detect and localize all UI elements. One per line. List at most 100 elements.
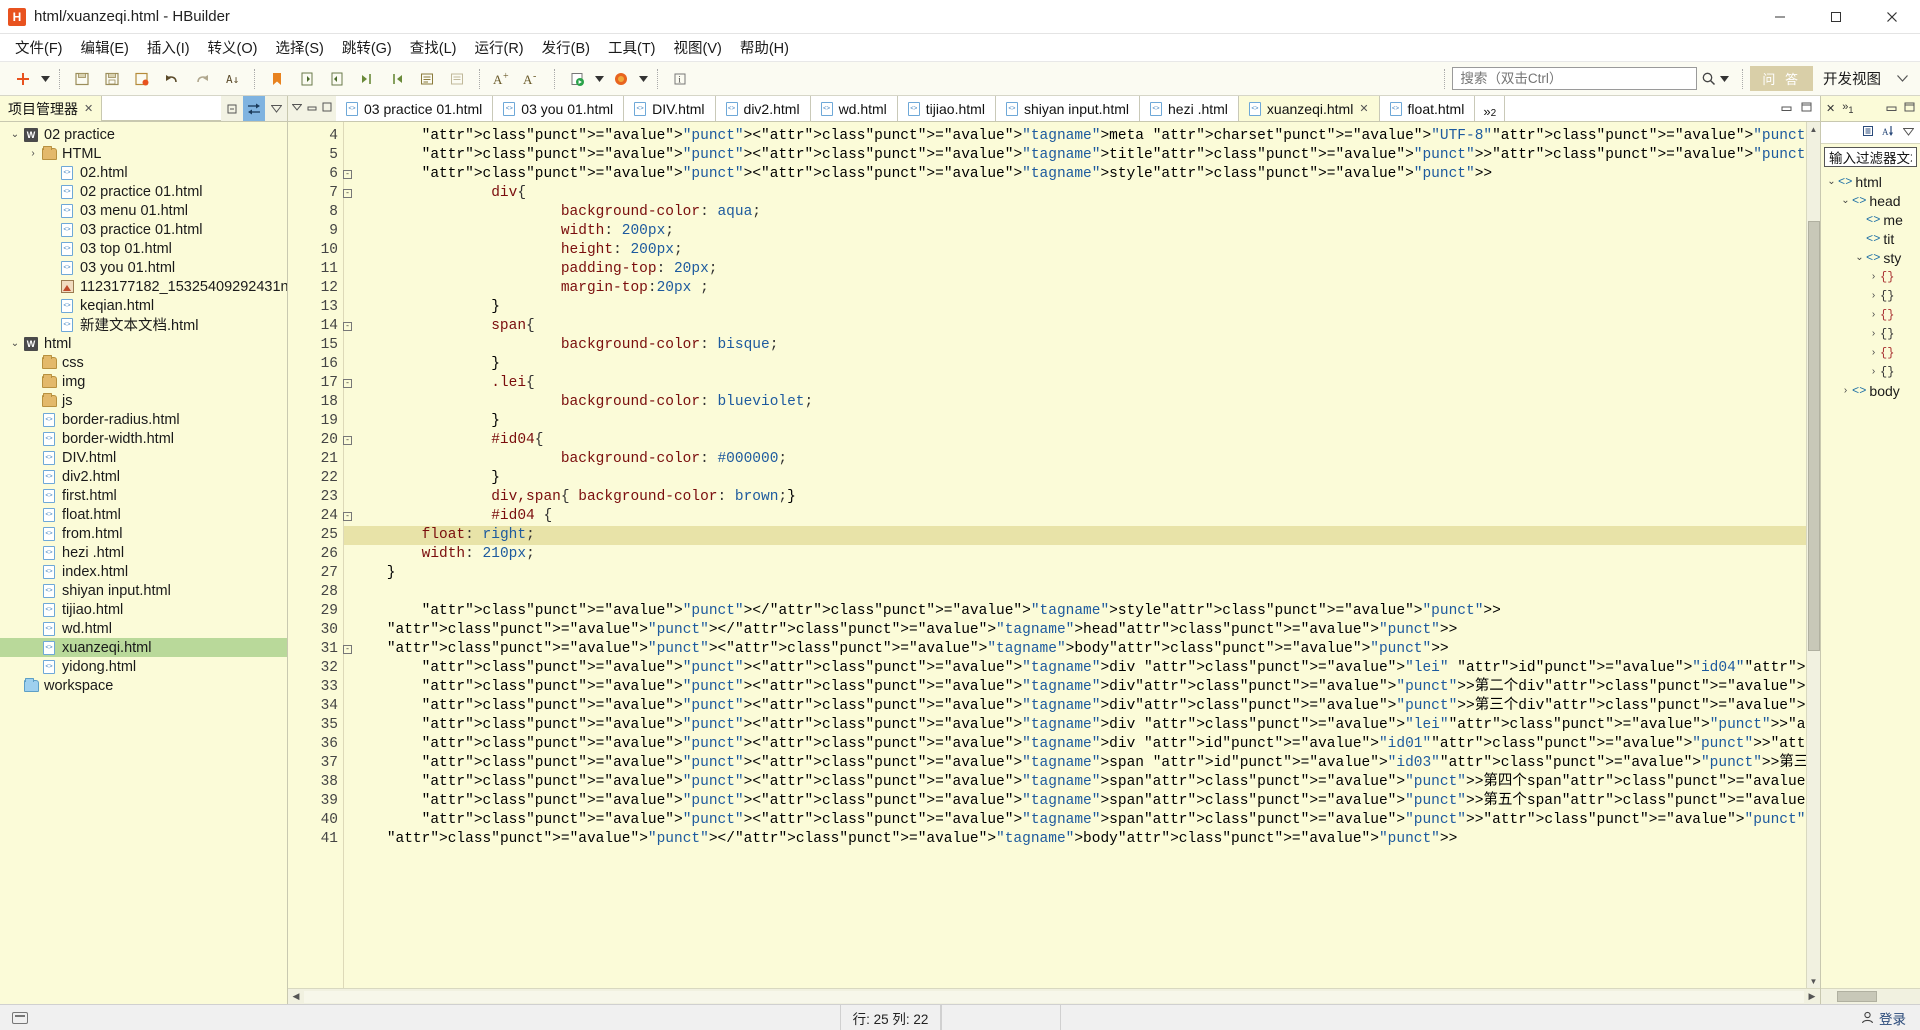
- link-with-editor-icon[interactable]: [243, 96, 265, 121]
- editor-tab[interactable]: tijiao.html: [897, 96, 996, 121]
- code-line[interactable]: div,span{ background-color: brown;}: [344, 488, 1820, 507]
- code-line[interactable]: "attr">class"punct">="avalue">"punct"><"…: [344, 659, 1820, 678]
- editor-horizontal-scrollbar[interactable]: ◀ ▶: [288, 988, 1820, 1004]
- tree-item[interactable]: wd.html: [0, 619, 287, 638]
- code-line[interactable]: width: 200px;: [344, 222, 1820, 241]
- code-line[interactable]: background-color: bisque;: [344, 336, 1820, 355]
- code-line[interactable]: width: 210px;: [344, 545, 1820, 564]
- close-icon[interactable]: ✕: [84, 102, 93, 115]
- save-as-icon[interactable]: [129, 66, 155, 92]
- format-code-icon[interactable]: A↓: [219, 66, 245, 92]
- code-line[interactable]: "attr">class"punct">="avalue">"punct"><"…: [344, 697, 1820, 716]
- outline-item[interactable]: ⌄ <> head: [1821, 191, 1920, 210]
- menu-select[interactable]: 选择(S): [266, 34, 332, 61]
- chevron-right-icon[interactable]: ›: [26, 148, 40, 159]
- menu-help[interactable]: 帮助(H): [731, 34, 798, 61]
- global-search-box[interactable]: [1452, 67, 1698, 90]
- code-line[interactable]: "attr">class"punct">="avalue">"punct"><"…: [344, 792, 1820, 811]
- code-line[interactable]: float: right;: [344, 526, 1820, 545]
- tree-item[interactable]: › HTML: [0, 144, 287, 163]
- close-icon[interactable]: ✕: [1826, 102, 1835, 115]
- editor-tab[interactable]: hezi .html: [1140, 96, 1239, 121]
- qa-button[interactable]: 问 答: [1750, 66, 1813, 91]
- close-button[interactable]: [1864, 0, 1920, 34]
- outline-item[interactable]: ›{}: [1821, 305, 1920, 324]
- group-outline-icon[interactable]: [1862, 125, 1874, 140]
- editor-vertical-scrollbar[interactable]: ▲ ▼: [1806, 122, 1820, 988]
- outline-item[interactable]: ›{}: [1821, 286, 1920, 305]
- code-line[interactable]: "attr">class"punct">="avalue">"punct"><"…: [344, 146, 1820, 165]
- menu-edit[interactable]: 编辑(E): [72, 34, 138, 61]
- code-line[interactable]: "attr">class"punct">="avalue">"punct"><"…: [344, 716, 1820, 735]
- outline-item[interactable]: ›{}: [1821, 324, 1920, 343]
- tree-item[interactable]: 1123177182_15325409292431n.jpg: [0, 277, 287, 296]
- editor-tab[interactable]: shiyan input.html: [995, 96, 1140, 121]
- menu-insert[interactable]: 插入(I): [138, 34, 199, 61]
- minimize-button[interactable]: [1752, 0, 1808, 34]
- editor-tab[interactable]: div2.html: [715, 96, 811, 121]
- new-file-dropdown-icon[interactable]: [38, 66, 52, 92]
- maximize-button[interactable]: [1808, 0, 1864, 34]
- close-icon[interactable]: ✕: [1359, 102, 1368, 115]
- outline-item[interactable]: ›{}: [1821, 362, 1920, 381]
- code-line[interactable]: "attr">class"punct">="avalue">"punct"><"…: [344, 773, 1820, 792]
- code-line[interactable]: }: [344, 298, 1820, 317]
- chevron-right-icon[interactable]: ›: [1867, 290, 1880, 301]
- tree-item[interactable]: xuanzeqi.html: [0, 638, 287, 657]
- tree-item[interactable]: first.html: [0, 486, 287, 505]
- code-line[interactable]: "attr">class"punct">="avalue">"punct"><"…: [344, 678, 1820, 697]
- code-line[interactable]: }: [344, 412, 1820, 431]
- code-line[interactable]: margin-top:20px ;: [344, 279, 1820, 298]
- menu-publish[interactable]: 发行(B): [533, 34, 599, 61]
- chevron-right-icon[interactable]: ›: [1867, 271, 1880, 282]
- tree-item[interactable]: index.html: [0, 562, 287, 581]
- outline-item[interactable]: ⌄ <> html: [1821, 172, 1920, 191]
- tree-item[interactable]: shiyan input.html: [0, 581, 287, 600]
- tree-item[interactable]: 02.html: [0, 163, 287, 182]
- editor-tabs[interactable]: 03 practice 01.html 03 you 01.html DIV.htm…: [336, 96, 1476, 121]
- code-line[interactable]: [344, 583, 1820, 602]
- search-icon[interactable]: [1701, 71, 1716, 86]
- editor-tab[interactable]: 03 practice 01.html: [336, 96, 494, 121]
- editor-tab[interactable]: float.html: [1379, 96, 1476, 121]
- search-dropdown-icon[interactable]: [1720, 75, 1730, 82]
- outline-tab-overflow[interactable]: »1: [1842, 101, 1853, 115]
- code-line[interactable]: }: [344, 564, 1820, 583]
- maximize-editor-icon-2[interactable]: [1801, 102, 1812, 115]
- code-line[interactable]: "attr">class"punct">="avalue">"punct"><"…: [344, 811, 1820, 830]
- font-decrease-icon[interactable]: A-: [519, 66, 545, 92]
- indent-left-icon[interactable]: [384, 66, 410, 92]
- outline-menu-icon[interactable]: [1902, 127, 1915, 139]
- code-text[interactable]: "attr">class"punct">="avalue">"punct"><"…: [344, 122, 1820, 988]
- scroll-left-icon[interactable]: ◀: [288, 991, 304, 1002]
- chevron-down-icon[interactable]: [1897, 75, 1908, 82]
- scroll-down-icon[interactable]: ▼: [1807, 974, 1821, 988]
- menu-tools[interactable]: 工具(T): [599, 34, 665, 61]
- code-line[interactable]: "attr">class"punct">="avalue">"punct"><"…: [344, 754, 1820, 773]
- vertical-scroll-thumb[interactable]: [1808, 221, 1820, 651]
- tree-item[interactable]: ⌄ W 02 practice: [0, 125, 287, 144]
- tree-item[interactable]: from.html: [0, 524, 287, 543]
- editor-tab-overflow[interactable]: » 2: [1475, 96, 1506, 121]
- save-all-icon[interactable]: [99, 66, 125, 92]
- run-browser-dropdown-icon[interactable]: [592, 66, 606, 92]
- tree-item[interactable]: 03 menu 01.html: [0, 201, 287, 220]
- sort-outline-icon[interactable]: A: [1882, 125, 1895, 140]
- code-line[interactable]: height: 200px;: [344, 241, 1820, 260]
- comment-icon[interactable]: [414, 66, 440, 92]
- code-line[interactable]: "attr">class"punct">="avalue">"punct"></…: [344, 830, 1820, 849]
- chevron-right-icon[interactable]: ›: [1839, 385, 1852, 396]
- indent-right-icon[interactable]: [354, 66, 380, 92]
- menu-view[interactable]: 视图(V): [665, 34, 731, 61]
- undo-icon[interactable]: [159, 66, 185, 92]
- outline-item[interactable]: <> tit: [1821, 229, 1920, 248]
- code-line[interactable]: div{: [344, 184, 1820, 203]
- chevron-down-icon[interactable]: ⌄: [1825, 176, 1838, 187]
- view-menu-icon[interactable]: [265, 96, 287, 121]
- menu-goto[interactable]: 跳转(G): [333, 34, 401, 61]
- vertical-scroll-track[interactable]: [1807, 136, 1820, 974]
- outline-tree[interactable]: ⌄ <> html ⌄ <> head <> me <> tit ⌄ <> sty ›{} ›{} ›{} ›{…: [1821, 169, 1920, 988]
- tree-item[interactable]: css: [0, 353, 287, 372]
- tree-item[interactable]: 03 you 01.html: [0, 258, 287, 277]
- search-submit-group[interactable]: [1701, 71, 1730, 86]
